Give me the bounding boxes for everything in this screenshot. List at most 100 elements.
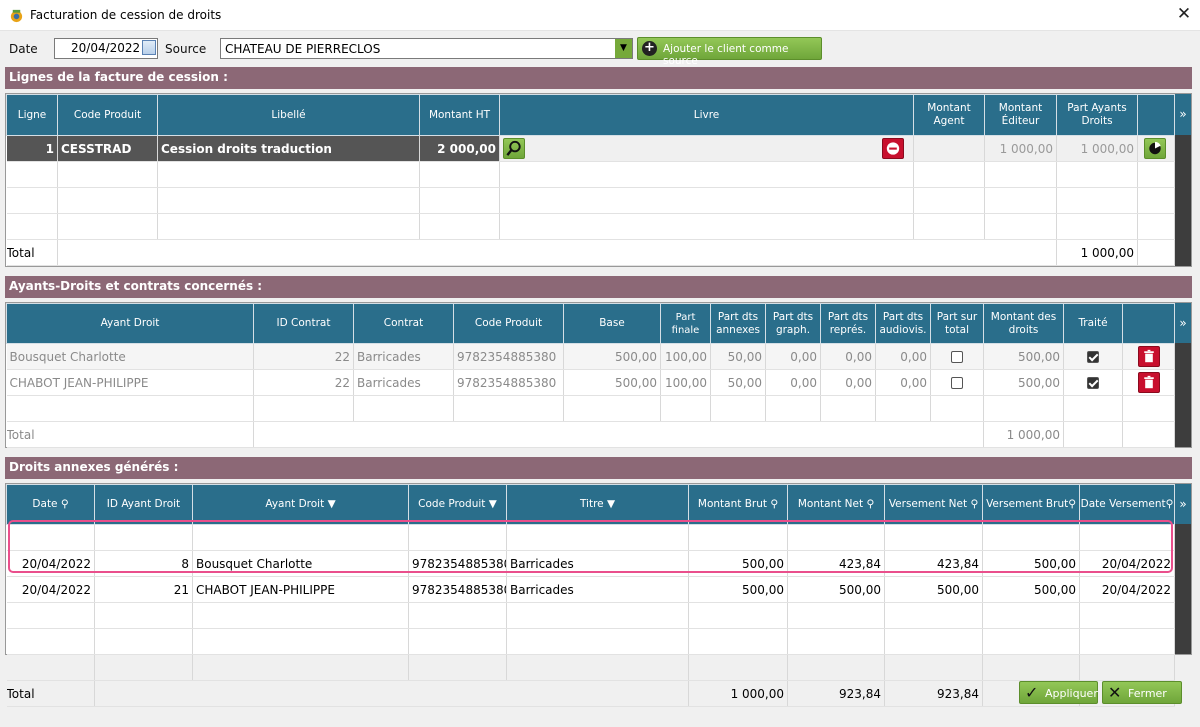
col-part-total[interactable]: Part sur total	[930, 303, 984, 344]
col-montant-droits[interactable]: Montant des droits	[983, 303, 1064, 344]
close-icon: ✕	[1108, 683, 1122, 702]
total-vnet: 923,84	[884, 680, 983, 707]
col-titre[interactable]: Titre ▼	[506, 484, 689, 525]
col-part-audiovis[interactable]: Part dts audiovis.	[875, 303, 931, 344]
section-lignes-title: Lignes de la facture de cession :	[5, 67, 1192, 89]
search-icon[interactable]: ⚲	[1068, 498, 1076, 510]
col-part-graph[interactable]: Part dts graph.	[765, 303, 821, 344]
chevron-down-icon[interactable]: ▼	[615, 39, 632, 58]
col-versement-net[interactable]: Versement Net ⚲	[884, 484, 983, 525]
finale-cell: 100,00	[660, 343, 711, 370]
col-actions	[1122, 303, 1175, 344]
close-button[interactable]: ✕ Fermer	[1102, 681, 1182, 704]
col-part-ayants[interactable]: Part Ayants Droits	[1056, 94, 1138, 136]
col-date-versement[interactable]: Date Versement⚲	[1079, 484, 1175, 525]
col-versement-brut[interactable]: Versement Brut⚲	[982, 484, 1080, 525]
col-ayant-droit[interactable]: Ayant Droit ▼	[192, 484, 409, 525]
col-contrat[interactable]: Contrat	[353, 303, 454, 344]
search-icon[interactable]	[503, 138, 525, 159]
traite-checkbox[interactable]	[1087, 377, 1099, 389]
action-cell[interactable]	[1137, 135, 1175, 162]
close-icon[interactable]: ✕	[1174, 4, 1194, 24]
table-row[interactable]: CHABOT JEAN-PHILIPPE 22 Barricades 97823…	[6, 369, 1175, 396]
vbrut-cell: 500,00	[982, 550, 1080, 577]
add-client-source-button[interactable]: + Ajouter le client comme source	[637, 37, 822, 67]
table-row[interactable]: 20/04/2022 8 Bousquet Charlotte 97823548…	[6, 550, 1175, 577]
traite-checkbox[interactable]	[1087, 351, 1099, 363]
finale-cell: 100,00	[660, 369, 711, 396]
scrollbar[interactable]	[1175, 135, 1191, 266]
search-icon[interactable]: ⚲	[970, 498, 978, 510]
col-montant-ht[interactable]: Montant HT	[419, 94, 500, 136]
col-ligne[interactable]: Ligne	[6, 94, 58, 136]
total-brut: 1 000,00	[688, 680, 788, 707]
total-value: 1 000,00	[983, 421, 1064, 448]
col-code-produit[interactable]: Code Produit	[453, 303, 564, 344]
search-icon[interactable]: ⚲	[1166, 498, 1174, 510]
col-part-repres[interactable]: Part dts représ.	[820, 303, 876, 344]
date-cell: 20/04/2022	[6, 576, 95, 603]
annexes-cell: 50,00	[710, 369, 766, 396]
ligne-cell: 1	[6, 135, 58, 162]
calendar-icon[interactable]	[142, 40, 156, 55]
ayants-panel: Ayant Droit ID Contrat Contrat Code Prod…	[5, 302, 1192, 448]
livre-cell[interactable]	[499, 135, 914, 162]
col-code-produit[interactable]: Code Produit ▼	[408, 484, 507, 525]
graph-cell: 0,00	[765, 369, 821, 396]
code-cell: CESSTRAD	[57, 135, 158, 162]
scrollbar[interactable]	[1175, 524, 1191, 654]
scrollbar[interactable]	[1175, 343, 1191, 447]
repres-cell: 0,00	[820, 369, 876, 396]
col-montant-editeur[interactable]: Montant Éditeur	[984, 94, 1057, 136]
brut-cell: 500,00	[688, 550, 788, 577]
dv-cell: 20/04/2022	[1079, 576, 1175, 603]
source-select[interactable]: CHATEAU DE PIERRECLOS	[220, 38, 633, 59]
col-montant-brut[interactable]: Montant Brut ⚲	[688, 484, 788, 525]
part-total-checkbox[interactable]	[951, 377, 963, 389]
ayants-table: Ayant Droit ID Contrat Contrat Code Prod…	[6, 303, 1175, 448]
pie-chart-icon[interactable]	[1144, 138, 1166, 159]
table-row[interactable]: 20/04/2022 21 CHABOT JEAN-PHILIPPE 97823…	[6, 576, 1175, 603]
expand-columns-icon[interactable]: »	[1175, 484, 1191, 524]
brut-cell: 500,00	[688, 576, 788, 603]
code-cell: 9782354885380	[408, 576, 507, 603]
part-total-checkbox[interactable]	[951, 351, 963, 363]
search-icon[interactable]: ⚲	[770, 498, 778, 510]
code-cell: 9782354885380	[408, 550, 507, 577]
ayant-cell: Bousquet Charlotte	[6, 343, 254, 370]
col-ayant-droit[interactable]: Ayant Droit	[6, 303, 254, 344]
add-client-source-label: Ajouter le client comme source	[663, 43, 789, 67]
expand-columns-icon[interactable]: »	[1175, 94, 1191, 135]
col-traite[interactable]: Traité	[1063, 303, 1123, 344]
ayant-cell: CHABOT JEAN-PHILIPPE	[192, 576, 409, 603]
col-part-finale[interactable]: Part finale	[660, 303, 711, 344]
col-part-annexes[interactable]: Part dts annexes	[710, 303, 766, 344]
col-montant-agent[interactable]: Montant Agent	[913, 94, 985, 136]
expand-columns-icon[interactable]: »	[1175, 303, 1191, 343]
filter-icon[interactable]: ▼	[607, 498, 615, 510]
col-montant-net[interactable]: Montant Net ⚲	[787, 484, 885, 525]
search-icon[interactable]: ⚲	[866, 498, 874, 510]
trash-icon[interactable]	[1137, 372, 1160, 393]
col-base[interactable]: Base	[563, 303, 661, 344]
base-cell: 500,00	[563, 369, 661, 396]
table-row[interactable]: Bousquet Charlotte 22 Barricades 9782354…	[6, 343, 1175, 370]
date-label: Date	[9, 42, 38, 56]
part-ayants-cell: 1 000,00	[1056, 135, 1138, 162]
filter-icon[interactable]: ▼	[328, 498, 336, 510]
col-livre[interactable]: Livre	[499, 94, 914, 136]
col-libelle[interactable]: Libellé	[157, 94, 420, 136]
search-icon[interactable]: ⚲	[61, 498, 69, 510]
remove-icon[interactable]	[882, 138, 904, 159]
trash-icon[interactable]	[1137, 346, 1160, 367]
col-id-contrat[interactable]: ID Contrat	[253, 303, 354, 344]
table-row[interactable]: 1 CESSTRAD Cession droits traduction 2 0…	[6, 135, 1175, 162]
contrat-cell: Barricades	[353, 343, 454, 370]
apply-button[interactable]: ✓ Appliquer	[1019, 681, 1098, 704]
lignes-table: Ligne Code Produit Libellé Montant HT Li…	[6, 94, 1175, 266]
col-code-produit[interactable]: Code Produit	[57, 94, 158, 136]
col-id-ayant[interactable]: ID Ayant Droit	[94, 484, 193, 525]
col-date[interactable]: Date ⚲	[6, 484, 95, 525]
ayant-cell: CHABOT JEAN-PHILIPPE	[6, 369, 254, 396]
filter-icon[interactable]: ▼	[489, 498, 497, 510]
